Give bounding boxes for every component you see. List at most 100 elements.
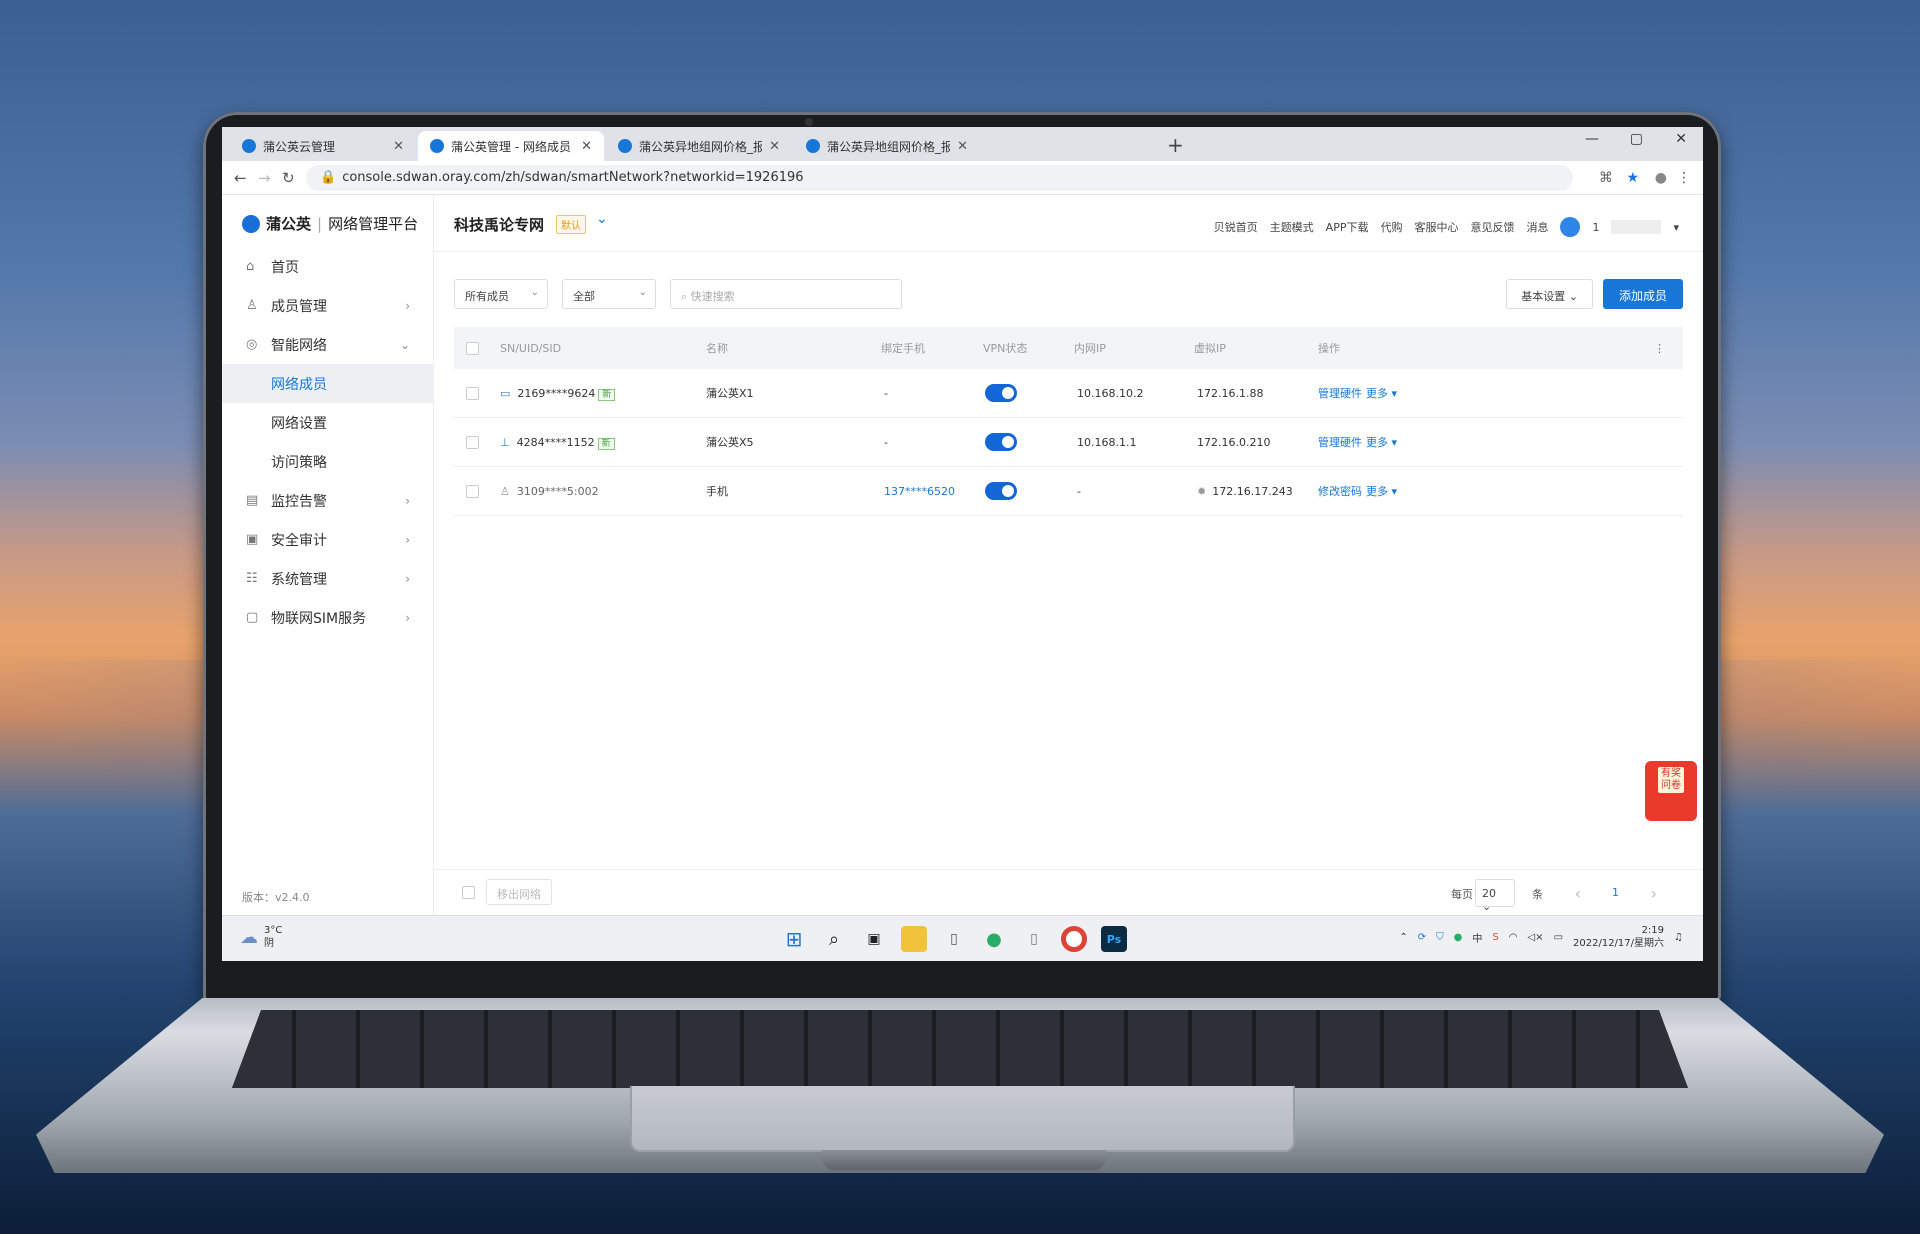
survey-widget[interactable]: 有奖 问卷 (1645, 761, 1697, 821)
row-checkbox[interactable] (466, 484, 479, 498)
wechat-icon[interactable]: ● (981, 926, 1007, 952)
current-page[interactable]: 1 (1612, 886, 1619, 899)
bookmark-star-icon[interactable]: ★ (1626, 170, 1639, 186)
sidebar-item-network-settings[interactable]: 网络设置 (222, 403, 434, 442)
user-menu-caret-icon[interactable]: ▾ (1673, 221, 1679, 234)
browser-tab-4[interactable]: 蒲公英异地组网价格_报价_多少钱 ✕ (794, 131, 980, 161)
tray-app-icon[interactable]: S (1492, 932, 1498, 943)
manage-hardware-link[interactable]: 管理硬件 (1318, 434, 1362, 450)
sidebar-item-system[interactable]: ☷ 系统管理 › (222, 559, 434, 598)
remove-from-network-button[interactable]: 移出网络 (486, 879, 552, 905)
bound-phone[interactable]: 137****6520 (884, 485, 955, 498)
link-messages[interactable]: 消息 (1526, 219, 1548, 235)
select-all-checkbox[interactable] (466, 341, 479, 355)
close-tab-icon[interactable]: ✕ (769, 139, 780, 154)
button-label: 基本设置 (1521, 290, 1566, 303)
per-page-select[interactable]: 20 ⌄ (1475, 879, 1515, 913)
windows-start-icon[interactable]: ⊞ (781, 926, 807, 952)
col-header-lan-ip[interactable]: 内网IP (1074, 340, 1106, 356)
link-home[interactable]: 贝锐首页 (1214, 219, 1258, 235)
chevron-down-icon: ⌄ (530, 287, 539, 298)
add-member-button[interactable]: 添加成员 (1602, 279, 1683, 309)
search-input[interactable]: ⌕ 快速搜索 (670, 279, 902, 309)
col-header-virtual-ip[interactable]: 虚拟IP (1194, 340, 1226, 356)
table-row[interactable]: ▭ 2169****9624 新 蒲公英X1 - 10.168.10.2 172.1… (454, 369, 1683, 418)
task-view-icon[interactable]: ▣ (861, 926, 887, 952)
browser-tab-1[interactable]: 蒲公英云管理 ✕ (230, 131, 416, 161)
url-text: console.sdwan.oray.com/zh/sdwan/smartNet… (342, 170, 804, 185)
url-field[interactable]: 🔒 console.sdwan.oray.com/zh/sdwan/smartNe… (306, 165, 1573, 191)
wifi-icon[interactable]: ◠ (1509, 932, 1518, 943)
footer-select-all-checkbox[interactable] (462, 886, 475, 899)
vpn-toggle[interactable] (985, 384, 1017, 402)
weather-widget[interactable]: ☁ 3°C 阴 (240, 924, 282, 950)
browser-tab-3[interactable]: 蒲公英异地组网价格_报价_多少钱 ✕ (606, 131, 792, 161)
more-dropdown[interactable]: 更多 ▾ (1366, 385, 1397, 401)
more-dropdown[interactable]: 更多 ▾ (1366, 434, 1397, 450)
close-tab-icon[interactable]: ✕ (581, 139, 592, 154)
link-purchase[interactable]: 代购 (1380, 219, 1402, 235)
browser-menu-icon[interactable]: ⋮ (1677, 170, 1691, 186)
close-tab-icon[interactable]: ✕ (957, 139, 968, 154)
member-type-select[interactable]: 所有成员 ⌄ (454, 279, 548, 309)
sidebar-item-monitor[interactable]: ▤ 监控告警 › (222, 481, 434, 520)
sidebar-item-members[interactable]: ♙ 成员管理 › (222, 286, 434, 325)
battery-icon[interactable]: ▭ (1554, 932, 1563, 943)
forward-icon[interactable]: → (258, 169, 271, 187)
link-app[interactable]: APP下载 (1326, 219, 1369, 235)
app-icon[interactable]: ▯ (1021, 926, 1047, 952)
close-tab-icon[interactable]: ✕ (393, 139, 404, 154)
sidebar-item-home[interactable]: ⌂ 首页 (222, 247, 434, 286)
network-name[interactable]: 科技禹论专网 (454, 214, 544, 235)
mute-icon[interactable]: ◁× (1527, 932, 1543, 943)
sidebar-item-access-policy[interactable]: 访问策略 (222, 442, 434, 481)
clock[interactable]: 2:19 2022/12/17/星期六 (1573, 924, 1664, 950)
maximize-icon[interactable]: ▢ (1630, 131, 1643, 147)
notification-icon[interactable]: ♫ (1674, 932, 1683, 943)
row-checkbox[interactable] (466, 386, 479, 400)
prev-page-icon[interactable]: ‹ (1575, 884, 1581, 903)
sidebar-item-network-members[interactable]: 网络成员 (222, 364, 434, 403)
link-feedback[interactable]: 意见反馈 (1470, 219, 1514, 235)
column-settings-icon[interactable]: ⋮ (1654, 342, 1665, 355)
reload-icon[interactable]: ↻ (282, 169, 295, 187)
next-page-icon[interactable]: › (1651, 884, 1657, 903)
manage-hardware-link[interactable]: 管理硬件 (1318, 385, 1362, 401)
username[interactable]: 1 (1592, 221, 1599, 234)
table-row[interactable]: ♙ 3109****5:002 手机 137****6520 - ✹ 172.16.… (454, 467, 1683, 516)
shield-icon[interactable]: ⛉ (1436, 932, 1444, 943)
sidebar-item-sim[interactable]: ▢ 物联网SIM服务 › (222, 598, 434, 637)
device-id: 4284****1152 (516, 435, 595, 449)
avatar[interactable] (1560, 217, 1581, 237)
table-row[interactable]: ⊥ 4284****1152 新 蒲公英X5 - 10.168.1.1 172.16… (454, 418, 1683, 467)
back-icon[interactable]: ← (234, 169, 247, 187)
search-icon[interactable]: ⌕ (821, 926, 847, 952)
wechat-tray-icon[interactable]: ● (1454, 932, 1463, 943)
translate-icon[interactable]: ⌘ (1599, 170, 1613, 186)
app-logo[interactable]: 蒲公英 | 网络管理平台 (242, 213, 418, 234)
vpn-toggle[interactable] (985, 433, 1017, 451)
input-method-icon[interactable]: 中 (1472, 930, 1482, 945)
link-theme[interactable]: 主题模式 (1270, 219, 1314, 235)
link-support[interactable]: 客服中心 (1414, 219, 1458, 235)
vpn-toggle[interactable] (985, 482, 1017, 500)
sidebar-item-audit[interactable]: ▣ 安全审计 › (222, 520, 434, 559)
basic-settings-button[interactable]: 基本设置 ⌄ (1506, 279, 1593, 309)
sidebar-item-smart-network[interactable]: ◎ 智能网络 ⌄ (222, 325, 434, 364)
new-tab-button[interactable]: + (1167, 133, 1184, 157)
minimize-icon[interactable]: — (1585, 131, 1599, 147)
profile-icon[interactable]: ● (1655, 170, 1667, 186)
row-checkbox[interactable] (466, 435, 479, 449)
chevron-down-icon[interactable]: ⌄ (596, 211, 608, 227)
close-window-icon[interactable]: ✕ (1675, 131, 1687, 147)
more-dropdown[interactable]: 更多 ▾ (1366, 483, 1397, 499)
file-explorer-icon[interactable] (901, 926, 927, 952)
photoshop-icon[interactable]: Ps (1101, 926, 1127, 952)
sync-icon[interactable]: ⟳ (1418, 932, 1426, 943)
status-select[interactable]: 全部 ⌄ (562, 279, 656, 309)
chrome-icon[interactable] (1061, 926, 1087, 952)
browser-tab-2[interactable]: 蒲公英管理 - 网络成员 ✕ (418, 131, 604, 161)
tray-expand-icon[interactable]: ⌃ (1399, 932, 1407, 943)
document-icon[interactable]: ▯ (941, 926, 967, 952)
change-password-link[interactable]: 修改密码 (1318, 483, 1362, 499)
